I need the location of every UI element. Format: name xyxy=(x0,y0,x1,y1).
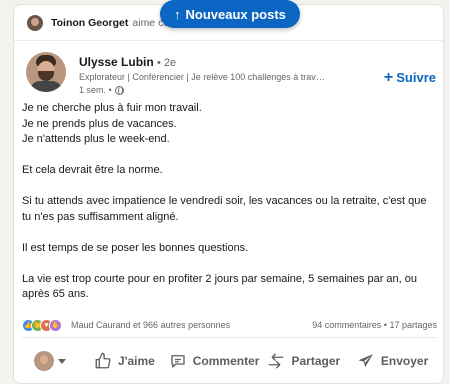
post-paragraph: Si tu attends avec impatience le vendred… xyxy=(22,195,427,223)
comment-button[interactable]: Commenter xyxy=(169,343,259,379)
post-author: Ulysse Lubin • 2e Explorateur | Conféren… xyxy=(26,52,436,98)
connection-degree: • 2e xyxy=(157,57,177,69)
globe-icon xyxy=(114,85,124,95)
post-text: Je ne cherche plus à fuir mon travail. J… xyxy=(22,101,437,303)
like-button[interactable]: J'aime xyxy=(80,343,169,379)
actor-selector[interactable] xyxy=(22,343,80,379)
actor-avatar xyxy=(34,351,54,371)
feed-post-card: Toinon Georget aime ceci Ulysse Lubin • … xyxy=(13,4,444,384)
plus-icon: + xyxy=(383,68,394,86)
context-avatar[interactable] xyxy=(27,14,43,31)
shares-count[interactable]: 17 partages xyxy=(389,320,437,330)
author-avatar[interactable] xyxy=(26,52,66,92)
context-name[interactable]: Toinon Georget xyxy=(51,17,128,29)
post-actions: J'aime Commenter Partager Envoyer xyxy=(22,343,437,379)
follow-button[interactable]: + Suivre xyxy=(383,68,436,86)
send-icon xyxy=(357,352,375,370)
new-posts-button[interactable]: ↑ Nouveaux posts xyxy=(160,0,300,28)
social-counts: 👍 👏 ♥ ✋ Maud Caurand et 966 autres perso… xyxy=(22,317,437,333)
repost-icon xyxy=(267,352,285,370)
post-paragraph: Je ne cherche plus à fuir mon travail. J… xyxy=(22,102,202,145)
reactions-count[interactable]: Maud Caurand et 966 autres personnes xyxy=(71,320,230,330)
reaction-icons[interactable]: 👍 👏 ♥ ✋ xyxy=(22,318,62,332)
arrow-up-icon: ↑ xyxy=(174,6,181,22)
comment-icon xyxy=(169,352,187,370)
post-paragraph: Et cela devrait être la norme. xyxy=(22,164,163,176)
post-timestamp: 1 sem. • xyxy=(79,85,124,95)
post-paragraph: Il est temps de se poser les bonnes ques… xyxy=(22,241,249,254)
repost-button[interactable]: Partager xyxy=(259,343,348,379)
send-button[interactable]: Envoyer xyxy=(348,343,437,379)
author-name[interactable]: Ulysse Lubin xyxy=(79,55,154,69)
post-paragraph: La vie est trop courte pour en profiter … xyxy=(22,272,417,301)
support-reaction-icon: ✋ xyxy=(49,318,62,332)
comments-count[interactable]: 94 commentaires xyxy=(312,320,381,330)
author-tagline: Explorateur | Conférencier | Je relève 1… xyxy=(79,72,329,82)
divider xyxy=(22,337,437,338)
chevron-down-icon xyxy=(58,358,66,364)
thumbs-up-icon xyxy=(94,352,112,370)
